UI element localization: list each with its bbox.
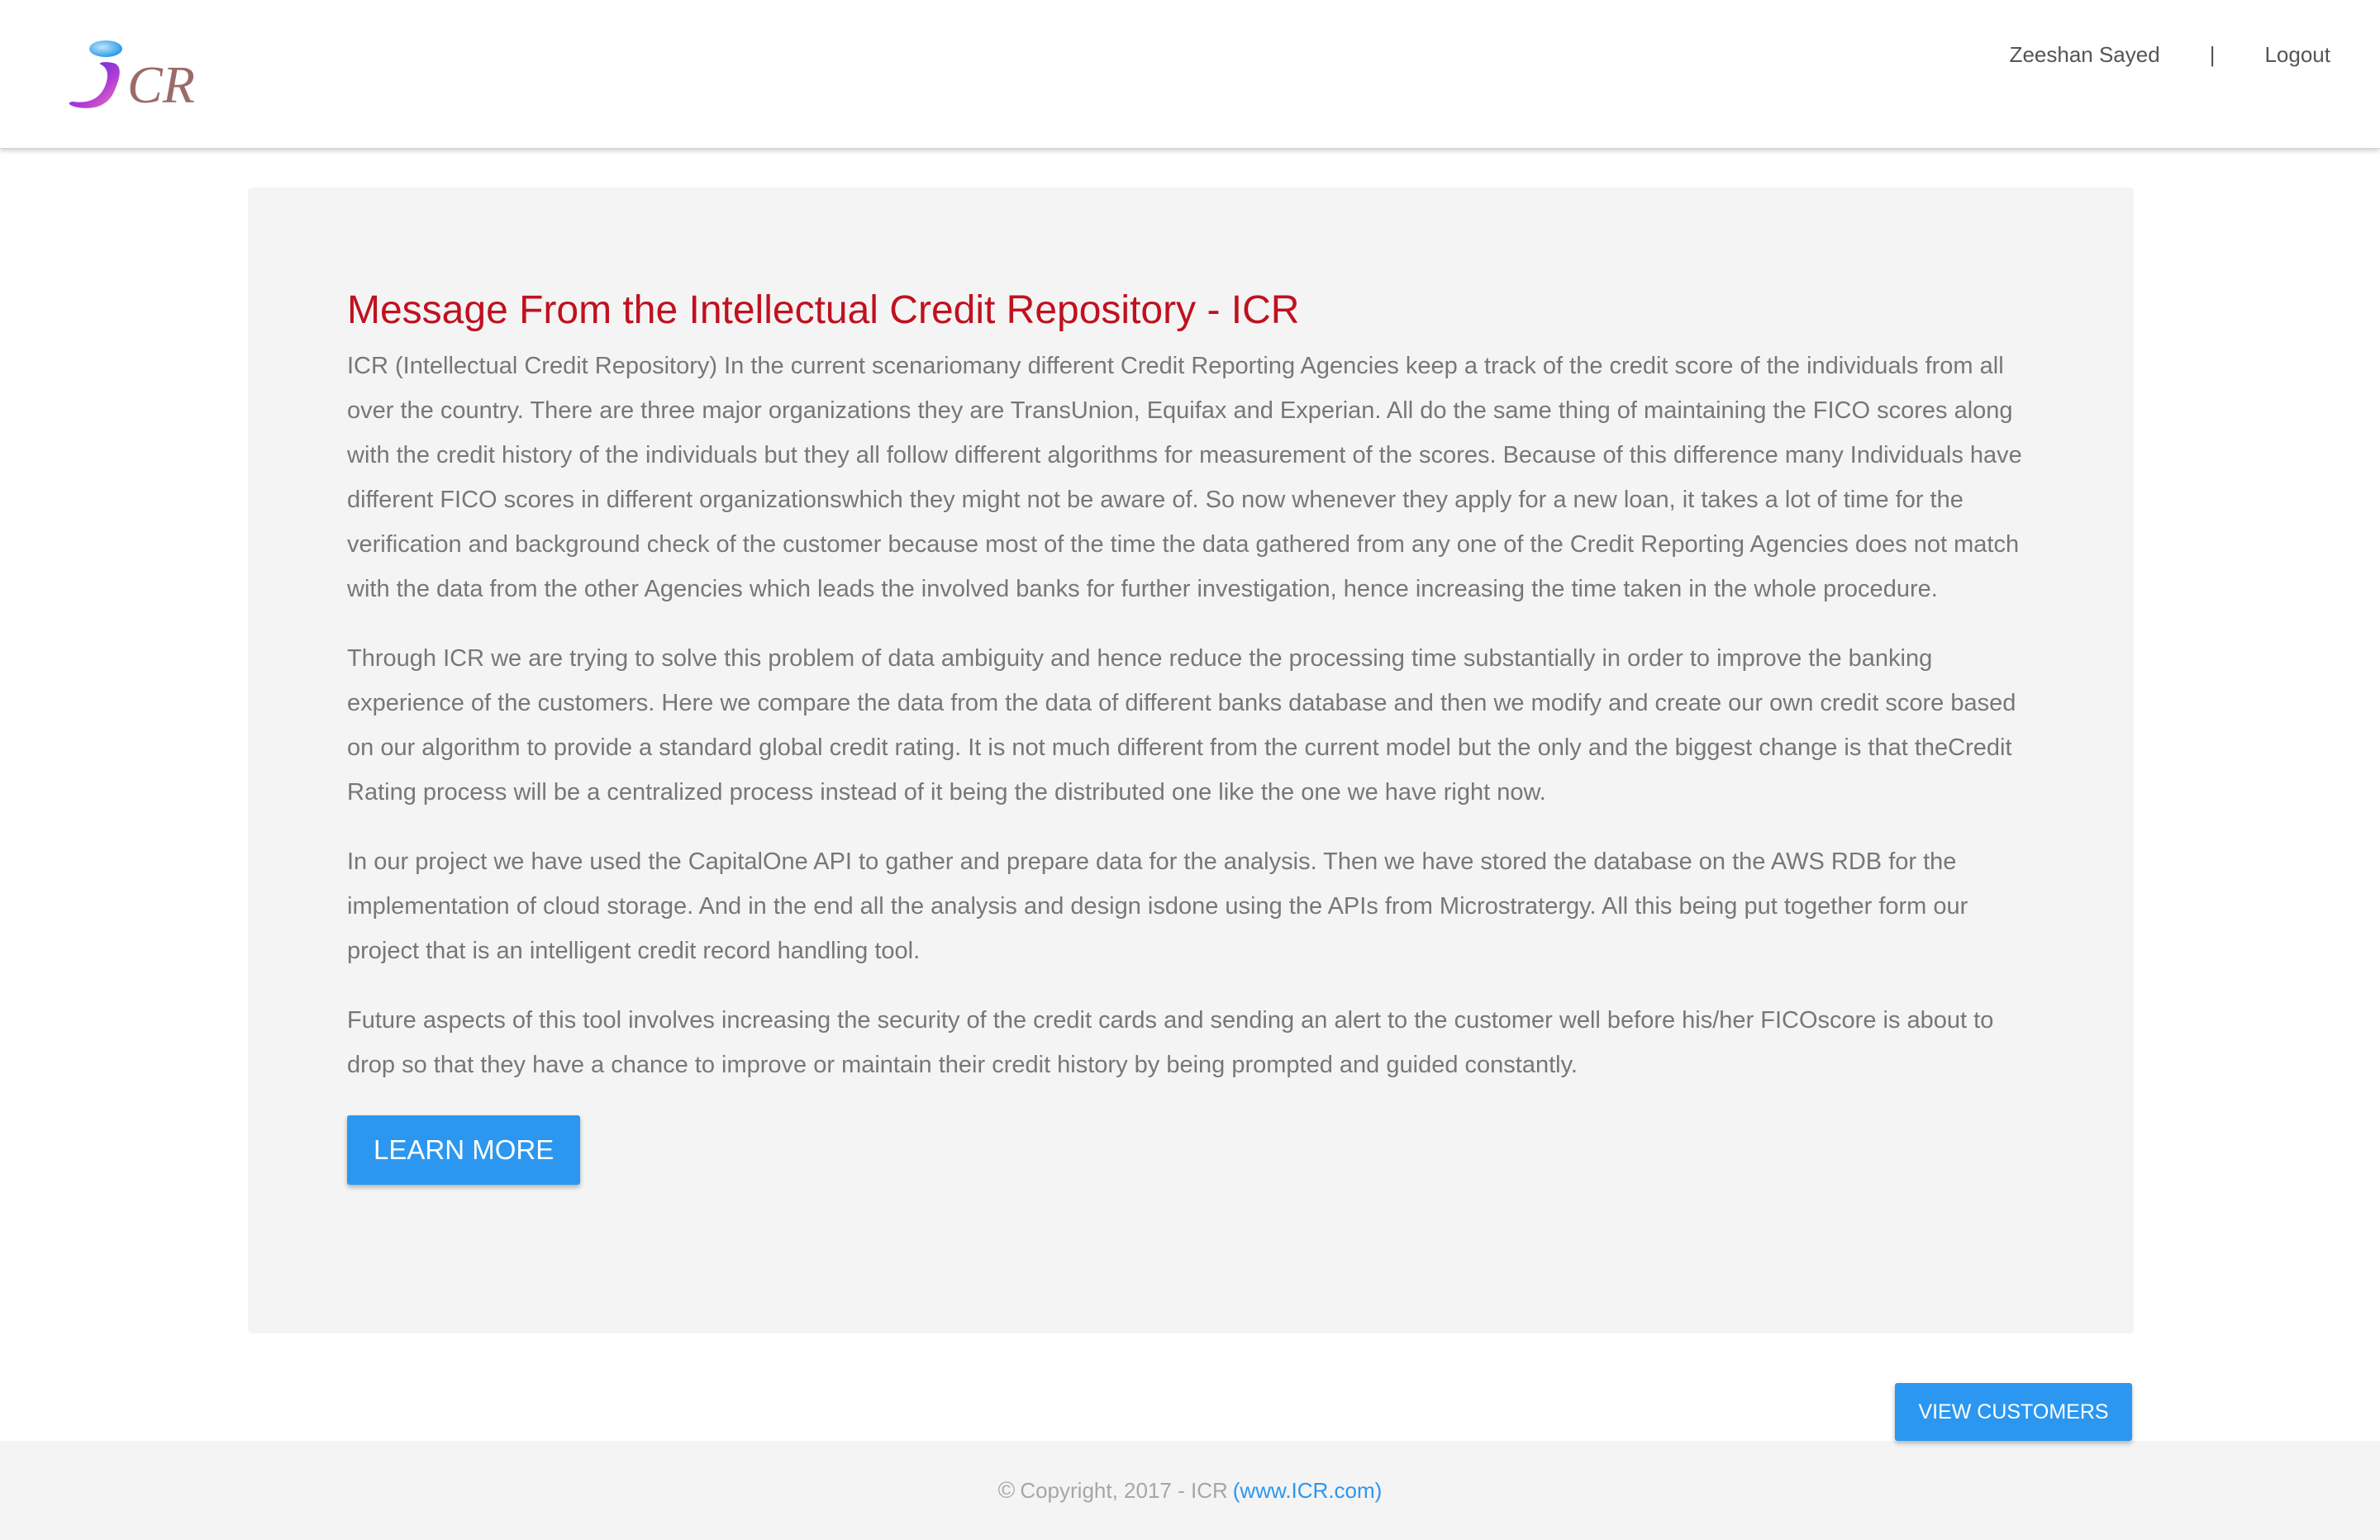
- icr-logo-graphic: CR: [69, 40, 195, 114]
- user-nav: Zeeshan Sayed | Logout: [2010, 40, 2330, 69]
- card-title: Message From the Intellectual Credit Rep…: [347, 288, 1300, 332]
- top-navbar: CR Zeeshan Sayed | Logout: [0, 0, 2380, 149]
- learn-more-button[interactable]: LEARN MORE: [347, 1115, 581, 1185]
- copyright-icon: ©: [997, 1477, 1016, 1503]
- nav-separator: |: [2209, 41, 2216, 67]
- paragraph-project: In our project we have used the CapitalO…: [347, 848, 1968, 964]
- footer-link[interactable]: (www.ICR.com): [1233, 1478, 1383, 1504]
- paragraph-future: Future aspects of this tool involves inc…: [347, 1007, 1994, 1078]
- view-customers-button[interactable]: VIEW CUSTOMERS: [1895, 1383, 2132, 1441]
- footer: © Copyright, 2017 - ICR (www.ICR.com): [0, 1441, 2380, 1540]
- user-name[interactable]: Zeeshan Sayed: [2010, 42, 2160, 68]
- paragraph-intro: ICR (Intellectual Credit Repository) In …: [347, 353, 2022, 602]
- logout-link[interactable]: Logout: [2264, 42, 2330, 68]
- icr-logo[interactable]: CR: [25, 36, 281, 119]
- message-card: Message From the Intellectual Credit Rep…: [248, 188, 2134, 1333]
- copyright-text: Copyright, 2017 - ICR: [1020, 1477, 1228, 1503]
- paragraph-solution: Through ICR we are trying to solve this …: [347, 645, 2016, 806]
- svg-text:CR: CR: [127, 55, 195, 114]
